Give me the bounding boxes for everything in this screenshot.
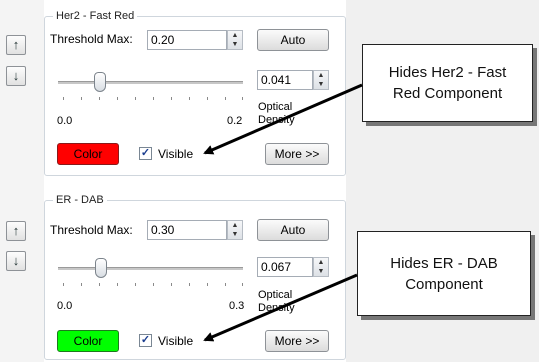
arrow-her2 xyxy=(203,83,363,155)
arrow-er xyxy=(203,273,358,342)
callout-arrows xyxy=(203,83,363,342)
